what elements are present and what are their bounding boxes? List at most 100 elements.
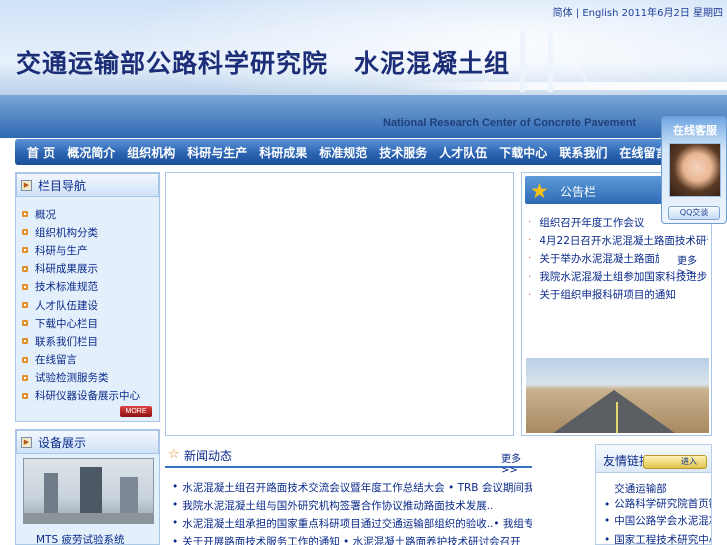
header-banner: 简体 | English 2011年6月2日 星期四 交通运输部公路科学研究院 … [0,0,727,138]
center-content-box [165,172,514,436]
left-menu-item[interactable]: 组织机构分类 [22,223,159,241]
enter-button[interactable]: 进入 [643,455,707,469]
site-subtitle: National Research Center of Concrete Pav… [383,117,637,129]
star-icon: ★ [530,179,549,203]
news-item-label: 我院水泥混凝土组与国外研究机构签署合作协议推动路面技术发展.. [182,499,494,512]
bullet-dot-icon: • [604,533,611,545]
bullet-square-icon [22,356,28,363]
notice-item-label: 组织召开年度工作会议 [539,216,645,229]
machine-shape [120,477,138,513]
bridge-tower [548,30,553,92]
equipment-header: ▶ 设备展示 [16,430,159,454]
road-photo [526,358,709,433]
left-menu-item-label: 组织机构分类 [35,226,98,239]
bullet-dot-icon: · [528,216,532,229]
bullet-square-icon [22,374,28,381]
bullet-dot-icon: • [172,517,179,530]
bullet-dot-icon: • [604,514,611,527]
left-menu-item[interactable]: 试验检测服务类 [22,369,159,387]
bullet-square-icon [22,229,28,236]
bullet-dot-icon: • [172,499,179,512]
equipment-caption[interactable]: MTS 疲劳试验系统 [36,532,124,545]
left-menu-panel: ▶ 栏目导航 概况 组织机构分类 科研与生产 科研成果展示 技术标准规范 人才队… [15,172,160,422]
bridge-tower [520,30,525,92]
news-more-link[interactable]: 更多>> [501,450,532,476]
left-menu-item[interactable]: 在线留言 [22,351,159,369]
left-menu-item[interactable]: 概况 [22,205,159,223]
nav-item[interactable]: 下载中心 [499,144,547,161]
equipment-title: 设备展示 [38,435,87,450]
notice-item[interactable]: · 关于组织申报科研项目的通知 [528,286,708,304]
news-item[interactable]: • 我院水泥混凝土组与国外研究机构签署合作协议推动路面技术发展.. [172,496,532,514]
road-asphalt [553,390,675,433]
left-menu-item-label: 科研仪器设备展示中心 [35,390,140,403]
news-item[interactable]: •水泥混凝土组召开路面技术交流会议暨年度工作总结大会 • TRB 会议期间我组专… [172,478,532,496]
nav-item[interactable]: 联系我们 [559,144,607,161]
left-menu-item[interactable]: 联系我们栏目 [22,332,159,350]
news-item-label: 关于开展路面技术服务工作的通知 • 水泥混凝土路面养护技术研讨会召开 [182,536,521,545]
notice-item[interactable]: · 4月22日召开水泥混凝土路面技术研讨会 [528,231,708,249]
news-item[interactable]: • 关于开展路面技术服务工作的通知 • 水泥混凝土路面养护技术研讨会召开 [172,533,532,545]
links-panel: 友情链接 进入 •交通运输部公路科学研究院首页链接.. •中国公路学会水泥混凝土… [595,444,712,545]
left-menu-item-label: 下载中心栏目 [35,317,98,330]
nav-item[interactable]: 概况简介 [67,144,115,161]
news-item-label: 水泥混凝土组召开路面技术交流会议暨年度工作总结大会 • TRB 会议期间我组专家… [182,481,532,494]
banner-bridge [400,82,727,90]
left-menu-item[interactable]: 科研仪器设备展示中心 [22,387,159,405]
top-links: 简体 | English 2011年6月2日 星期四 [553,4,723,19]
left-menu-item-label: 科研成果展示 [35,263,98,276]
link-item[interactable]: •国家工程技术研究中心网站链接 [604,530,711,545]
link-item-label: 交通运输部 [614,483,667,495]
news-item[interactable]: •水泥混凝土组承担的国家重点科研项目通过交通运输部组织的验收..• 我组专家参加… [172,514,532,532]
nav-item[interactable]: 标准规范 [319,144,367,161]
left-menu-item[interactable]: 科研与生产 [22,241,159,259]
link-item-label: 公路科学研究院首页链接.. [614,498,711,510]
lab-floor [24,513,153,523]
left-menu-item-label: 联系我们栏目 [35,335,98,348]
nav-item[interactable]: 科研与生产 [187,144,247,161]
nav-item[interactable]: 组织机构 [127,144,175,161]
bullet-dot-icon: · [528,270,532,283]
bullet-square-icon [22,392,28,399]
equipment-photo[interactable] [23,458,154,524]
bullet-dot-icon: • [604,499,611,511]
left-menu-item[interactable]: 人才队伍建设 [22,296,159,314]
bullet-square-icon [22,247,28,254]
link-english[interactable]: English [582,8,618,19]
machine-shape [80,467,102,513]
arrow-right-icon: ▶ [21,436,32,448]
left-menu-item[interactable]: 技术标准规范 [22,278,159,296]
main-nav: 首 页 概况简介 组织机构 科研与生产 科研成果 标准规范 技术服务 人才队伍 … [15,139,712,165]
notice-item-label: 关于组织申报科研项目的通知 [539,289,676,302]
bullet-dot-icon: • [172,481,179,494]
nav-item-home[interactable]: 首 页 [27,144,55,161]
notice-title: 公告栏 [560,185,597,199]
link-simplified-chinese[interactable]: 简体 [553,8,573,19]
road-centerline [616,402,618,433]
nav-item[interactable]: 人才队伍 [439,144,487,161]
online-service-widget: 在线客服 QQ交谈 [661,116,727,224]
link-item[interactable]: •中国公路学会水泥混凝土路面.. [604,511,711,530]
left-menu-item-label: 在线留言 [35,354,77,367]
notice-item-label: 4月22日召开水泥混凝土路面技术研讨会 [539,234,708,247]
news-title: 新闻动态 [184,449,233,463]
news-header: ☆ 新闻动态 更多>> [165,444,532,476]
bullet-dot-icon: · [528,252,532,265]
equipment-panel: ▶ 设备展示 MTS 疲劳试验系统 [15,429,160,545]
bullet-square-icon [22,302,28,309]
left-menu-item[interactable]: 科研成果展示 [22,260,159,278]
nav-item[interactable]: 科研成果 [259,144,307,161]
site-title: 交通运输部公路科学研究院 水泥混凝土组 [16,49,511,78]
link-item[interactable]: •交通运输部公路科学研究院首页链接.. [604,479,711,511]
left-menu-title: 栏目导航 [38,178,87,193]
more-button[interactable]: MORE [120,406,152,417]
bullet-square-icon [22,211,28,218]
bullet-square-icon [22,283,28,290]
qq-chat-button[interactable]: QQ交谈 [668,206,720,220]
bullet-dot-icon: • [172,535,179,545]
links-header: 友情链接 进入 [596,445,711,473]
arrow-right-icon: ▶ [21,179,32,191]
left-menu-item[interactable]: 下载中心栏目 [22,314,159,332]
nav-item[interactable]: 技术服务 [379,144,427,161]
notice-more-link[interactable]: 更多>> [677,252,711,278]
